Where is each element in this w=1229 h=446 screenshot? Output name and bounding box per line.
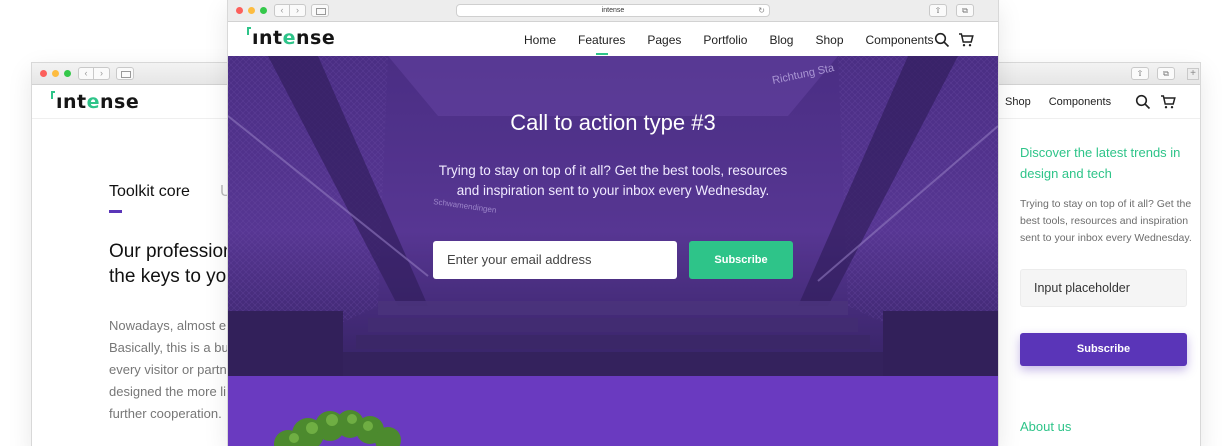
- header-divider: [32, 118, 247, 119]
- nav-features[interactable]: Features: [578, 33, 625, 55]
- zoom-dot-icon[interactable]: [260, 7, 267, 14]
- minimize-dot-icon[interactable]: [52, 70, 59, 77]
- main-nav: Home Features Pages Portfolio Blog Shop …: [524, 33, 934, 55]
- sidebar-subscribe-button[interactable]: Subscribe: [1020, 333, 1187, 366]
- hero-subtitle-line: and inspiration sent to your inbox every…: [456, 183, 770, 198]
- logo-text-prefix: ınt: [56, 91, 87, 113]
- nav-portfolio[interactable]: Portfolio: [703, 33, 747, 47]
- window-controls[interactable]: [40, 70, 71, 77]
- history-arrows[interactable]: ‹ ›: [274, 4, 306, 17]
- hero-background-image: Richtung Sta Schwamendingen: [228, 56, 998, 376]
- heading-line: Our profession: [109, 241, 234, 262]
- nav-shop[interactable]: Shop: [815, 33, 843, 47]
- share-icon[interactable]: ⇧: [929, 4, 947, 17]
- hero-subtitle-line: Trying to stay on top of it all? Get the…: [438, 163, 788, 178]
- browser-toolbar: ‹ › intense ↻ ⇧ ⧉: [228, 0, 998, 22]
- nav-pages[interactable]: Pages: [647, 33, 681, 47]
- browser-toolbar: ‹ ›: [32, 63, 247, 85]
- minimize-dot-icon[interactable]: [248, 7, 255, 14]
- nav-components[interactable]: Components: [866, 33, 934, 47]
- nav-shop[interactable]: Shop: [1005, 96, 1031, 108]
- browser-toolbar: ⇧ ⧉ +: [985, 63, 1200, 85]
- cart-icon[interactable]: [958, 32, 974, 48]
- body-paragraph: Nowadays, almost e Basically, this is a …: [109, 315, 247, 425]
- browser-window-right: ⇧ ⧉ + Shop Components: [985, 63, 1200, 446]
- logo-mark-icon: [247, 27, 251, 35]
- sidebar-text: Trying to stay on top of it all? Get the…: [1020, 198, 1192, 244]
- cta-hero-section: Richtung Sta Schwamendingen Call to acti…: [228, 56, 998, 376]
- back-arrow-icon[interactable]: ‹: [78, 67, 94, 80]
- tabs-overview-icon[interactable]: ⧉: [1157, 67, 1175, 80]
- newsletter-input[interactable]: Input placeholder: [1020, 269, 1187, 307]
- hero-subtitle: Trying to stay on top of it all? Get the…: [228, 161, 998, 201]
- email-input[interactable]: Enter your email address: [433, 241, 677, 279]
- hero-title: Call to action type #3: [510, 110, 716, 135]
- close-dot-icon[interactable]: [236, 7, 243, 14]
- body-line: designed the more li: [109, 384, 227, 399]
- logo-text-accent: e: [86, 91, 101, 113]
- heading-line: the keys to yo: [109, 266, 227, 287]
- tab-toolkit-core[interactable]: Toolkit core: [109, 183, 190, 201]
- body-line: Basically, this is a bu: [109, 340, 229, 355]
- body-line: Nowadays, almost e: [109, 318, 227, 333]
- logo-mark-icon: [51, 91, 55, 99]
- logo-text-accent: e: [282, 27, 297, 49]
- window-controls[interactable]: [236, 7, 267, 14]
- body-line: every visitor or partn: [109, 362, 227, 377]
- broccoli-image: [274, 410, 401, 446]
- cart-icon[interactable]: [1160, 94, 1176, 110]
- address-bar[interactable]: intense ↻: [456, 4, 770, 17]
- logo-text-prefix: ınt: [252, 27, 283, 49]
- logo-text-suffix: nse: [296, 27, 336, 49]
- sidebar-toggle-icon[interactable]: [311, 4, 329, 17]
- site-logo[interactable]: ıntense: [51, 91, 139, 113]
- nav-blog[interactable]: Blog: [769, 33, 793, 47]
- new-tab-icon[interactable]: +: [1187, 68, 1199, 80]
- body-line: further cooperation.: [109, 406, 222, 421]
- about-us-heading: About us: [1020, 419, 1072, 434]
- close-dot-icon[interactable]: [40, 70, 47, 77]
- subscribe-button[interactable]: Subscribe: [689, 241, 793, 279]
- nav-components[interactable]: Components: [1049, 96, 1111, 108]
- sidebar-title: Discover the latest trends in design and…: [1020, 145, 1181, 181]
- logo-text-suffix: nse: [100, 91, 140, 113]
- search-icon[interactable]: [934, 32, 950, 48]
- share-icon[interactable]: ⇧: [1131, 67, 1149, 80]
- purple-section: [228, 376, 998, 446]
- site-logo[interactable]: ıntense: [247, 27, 335, 49]
- section-heading: Our profession the keys to yo: [109, 239, 247, 289]
- sidebar-toggle-icon[interactable]: [116, 67, 134, 80]
- back-arrow-icon[interactable]: ‹: [274, 4, 290, 17]
- main-nav: Shop Components: [1005, 96, 1111, 108]
- browser-window-left: ‹ › ıntense Toolkit core U Our professio…: [32, 63, 247, 446]
- screenshot-stage: ‹ › ıntense Toolkit core U Our professio…: [0, 0, 1229, 446]
- nav-home[interactable]: Home: [524, 33, 556, 47]
- address-text: intense: [601, 7, 625, 14]
- forward-arrow-icon[interactable]: ›: [94, 67, 110, 80]
- forward-arrow-icon[interactable]: ›: [290, 4, 306, 17]
- search-icon[interactable]: [1135, 94, 1151, 110]
- active-tab-indicator: [109, 210, 122, 213]
- tabs-overview-icon[interactable]: ⧉: [956, 4, 974, 17]
- reload-icon[interactable]: ↻: [758, 5, 765, 17]
- header-divider: [985, 118, 1200, 119]
- zoom-dot-icon[interactable]: [64, 70, 71, 77]
- history-arrows[interactable]: ‹ ›: [78, 67, 110, 80]
